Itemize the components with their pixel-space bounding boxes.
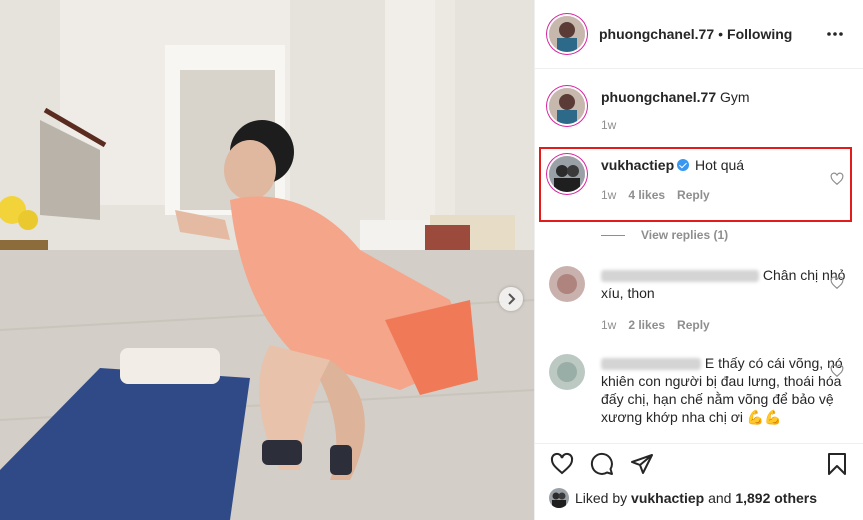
share-button[interactable]: [629, 451, 655, 477]
comment-like-icon[interactable]: [830, 364, 844, 378]
verified-badge-icon: [677, 159, 690, 171]
comment-username-redacted[interactable]: [601, 358, 701, 371]
comment-reply-button[interactable]: Reply: [677, 186, 710, 204]
chevron-right-icon: [508, 293, 516, 305]
more-options-button[interactable]: [823, 22, 847, 46]
post-sidebar: phuongchanel.77 • Following phuongchanel…: [534, 0, 863, 520]
following-button[interactable]: Following: [727, 26, 792, 42]
commenter-avatar-image: [549, 354, 585, 390]
comment-like-icon[interactable]: [830, 172, 844, 186]
save-button[interactable]: [824, 451, 850, 477]
comment-username-redacted[interactable]: [601, 270, 759, 283]
commenter-avatar[interactable]: [549, 156, 585, 192]
comment-like-icon[interactable]: [830, 276, 844, 290]
caption-item: phuongchanel.77 Gym 1w: [549, 88, 850, 134]
carousel-next-button[interactable]: [499, 287, 523, 311]
comment-item: Chân chị nhỏ xíu, thon 1w 2 likes Reply: [549, 266, 850, 334]
view-replies-button[interactable]: View replies (1): [601, 228, 728, 242]
comment-reply-button[interactable]: Reply: [677, 316, 710, 334]
post-header: phuongchanel.77 • Following: [535, 0, 863, 69]
comment-likes[interactable]: 4 likes: [628, 186, 665, 204]
caption-avatar-image: [549, 88, 585, 124]
view-replies-line: [601, 234, 625, 236]
send-icon: [631, 454, 653, 474]
like-button[interactable]: [549, 451, 575, 477]
comment-icon: [590, 452, 613, 475]
comment-meta: 1w 4 likes Reply: [601, 186, 850, 204]
comments-list[interactable]: phuongchanel.77 Gym 1w vukhactiep Hot qu…: [535, 70, 863, 442]
commenter-avatar[interactable]: [549, 266, 585, 302]
comment-time[interactable]: 1w: [601, 186, 616, 204]
caption-avatar[interactable]: [549, 88, 585, 124]
heart-icon: [550, 452, 574, 475]
caption-meta: 1w: [601, 116, 850, 134]
likes-summary: Liked by vukhactiep and 1,892 others: [549, 488, 817, 508]
comment-username[interactable]: vukhactiep: [601, 157, 674, 173]
bookmark-icon: [828, 453, 846, 475]
caption-username[interactable]: phuongchanel.77: [601, 89, 716, 105]
liker-avatar-image: [549, 488, 569, 508]
comment-item: vukhactiep Hot quá 1w 4 likes Reply: [549, 156, 850, 204]
caption-time[interactable]: 1w: [601, 116, 616, 134]
more-horizontal-icon: [827, 32, 843, 36]
caption-text: Gym: [720, 89, 750, 105]
commenter-avatar-image: [549, 156, 585, 192]
comment-button[interactable]: [589, 451, 615, 477]
comment-text: Hot quá: [695, 157, 745, 173]
commenter-avatar[interactable]: [549, 354, 585, 390]
liker-avatar[interactable]: [549, 488, 569, 508]
commenter-avatar-image: [549, 266, 585, 302]
author-avatar-image: [549, 16, 585, 52]
post-photo[interactable]: [0, 0, 534, 520]
comment-body: E thấy có cái võng, nó khiên con người b…: [601, 354, 850, 426]
comment-time[interactable]: 1w: [601, 316, 616, 334]
caption-body: phuongchanel.77 Gym 1w: [601, 88, 850, 134]
likes-user[interactable]: vukhactiep: [631, 490, 704, 506]
author-username[interactable]: phuongchanel.77: [599, 26, 714, 42]
comment-meta: 1w 2 likes Reply: [601, 316, 850, 334]
photo-illustration: [0, 0, 534, 520]
likes-others[interactable]: 1,892 others: [735, 490, 817, 506]
comment-item: E thấy có cái võng, nó khiên con người b…: [549, 354, 850, 426]
likes-prefix: Liked by: [575, 490, 628, 506]
view-replies-label: View replies (1): [641, 228, 729, 242]
likes-and: and: [708, 490, 732, 506]
comment-body: vukhactiep Hot quá 1w 4 likes Reply: [601, 156, 850, 204]
action-bar: [535, 443, 863, 484]
header-separator: •: [718, 26, 724, 42]
comment-likes[interactable]: 2 likes: [628, 316, 665, 334]
author-avatar[interactable]: [549, 16, 585, 52]
comment-body: Chân chị nhỏ xíu, thon 1w 2 likes Reply: [601, 266, 850, 334]
